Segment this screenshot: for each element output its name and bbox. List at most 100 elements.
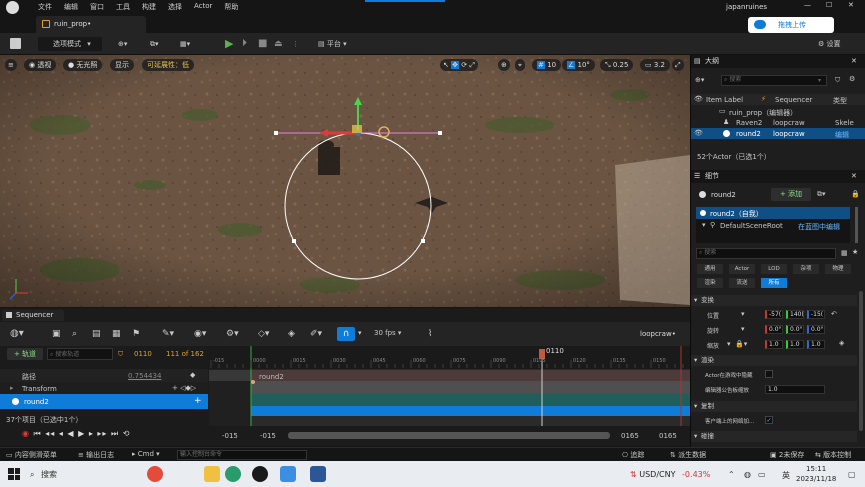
col-type[interactable]: 类型 bbox=[833, 96, 847, 106]
blueprint-icon[interactable]: ⧉▾ bbox=[150, 37, 159, 51]
cloud-app-icon[interactable] bbox=[280, 466, 296, 482]
clock-time[interactable]: 15:11 bbox=[806, 465, 826, 473]
step-icon[interactable]: ⏵ bbox=[242, 37, 247, 51]
track-value[interactable]: 0.754434 bbox=[128, 372, 161, 380]
clock-date[interactable]: 2023/11/18 bbox=[796, 475, 836, 483]
menu-actor[interactable]: Actor bbox=[194, 2, 212, 12]
step-back-icon[interactable]: ◂ bbox=[59, 429, 64, 438]
filter-physics[interactable]: 物理 bbox=[825, 264, 851, 274]
view-icon[interactable]: ◉▾ bbox=[194, 329, 206, 339]
col-item-label[interactable]: Item Label bbox=[706, 96, 743, 104]
stop-icon[interactable]: ■ bbox=[258, 37, 267, 51]
location-x[interactable]: -57( bbox=[765, 310, 783, 319]
collision-section-header[interactable]: ▾ 碰撞 bbox=[691, 431, 857, 442]
key-icon[interactable]: ◆ bbox=[190, 371, 195, 379]
level-viewport[interactable] bbox=[0, 55, 690, 307]
snap-toggle[interactable]: ∩ bbox=[337, 327, 355, 341]
gear-icon[interactable]: ⚙ bbox=[849, 75, 855, 83]
range-start[interactable]: -015 bbox=[222, 432, 238, 440]
col-sequencer[interactable]: Sequencer bbox=[775, 96, 812, 104]
viewport-menu-button[interactable]: ≡ bbox=[5, 59, 17, 71]
add-key-icon[interactable]: + bbox=[172, 384, 178, 392]
tray-app-icon[interactable]: ◍ bbox=[744, 470, 751, 479]
rotation-y[interactable]: 0.0° bbox=[786, 325, 804, 334]
close-icon[interactable]: ✕ bbox=[848, 1, 854, 9]
row-type[interactable]: 编辑 bbox=[835, 130, 849, 140]
rotation-x[interactable]: 0.0° bbox=[765, 325, 783, 334]
outliner-row[interactable]: ♟ Raven2 loopcraw Skele bbox=[691, 117, 865, 128]
lock-icon[interactable]: 🔒▾ bbox=[735, 340, 747, 348]
unreal-logo-icon[interactable] bbox=[6, 1, 19, 14]
windows-start-icon[interactable] bbox=[8, 468, 20, 480]
world-icon[interactable]: ◍▾ bbox=[10, 328, 24, 339]
edge-browser-icon[interactable] bbox=[225, 466, 241, 482]
share-button[interactable]: 拖拽上传 bbox=[748, 17, 834, 33]
taskbar-search[interactable]: ⌕ 搜索 bbox=[30, 466, 166, 483]
scale-z[interactable]: 1.0 bbox=[807, 340, 825, 349]
filter-streaming[interactable]: 流送 bbox=[729, 278, 755, 288]
current-frame-field[interactable]: 0110 bbox=[134, 350, 152, 358]
filter-icon[interactable]: ⛉ bbox=[118, 350, 123, 359]
surface-snap-button[interactable]: ⌖ bbox=[515, 59, 525, 71]
star-icon[interactable]: ★ bbox=[852, 248, 858, 256]
auto-key-icon[interactable]: ◈ bbox=[288, 329, 295, 339]
details-scrollbar[interactable] bbox=[859, 291, 863, 431]
curve-editor-icon[interactable]: ⌇ bbox=[428, 329, 432, 339]
content-drawer-button[interactable]: ▭ 内容侧滑菜单 bbox=[6, 450, 57, 460]
outliner-row[interactable]: ▭ ruin_prop（编辑器） bbox=[691, 106, 865, 117]
minimize-icon[interactable]: — bbox=[804, 1, 811, 9]
lit-mode-button[interactable]: ● 无光照 bbox=[63, 59, 103, 71]
step-forward-icon[interactable]: ▸ bbox=[89, 429, 94, 438]
location-y[interactable]: 140( bbox=[786, 310, 804, 319]
location-z[interactable]: -15( bbox=[807, 310, 825, 319]
scalability-warning[interactable]: 可延展性：低 bbox=[142, 59, 194, 71]
play-icon[interactable]: ▶ bbox=[225, 37, 233, 51]
close-icon[interactable]: ✕ bbox=[851, 55, 857, 68]
menu-build[interactable]: 构建 bbox=[142, 2, 156, 12]
loop-icon[interactable]: ⟲ bbox=[123, 429, 131, 438]
curve-icon[interactable]: ✐▾ bbox=[310, 329, 322, 339]
find-asset-icon[interactable]: ⌕ bbox=[72, 329, 77, 339]
outliner-search-input[interactable]: ⌕ 搜索 ▾ bbox=[721, 75, 827, 86]
filter-icon[interactable]: ⛉ bbox=[835, 76, 840, 85]
move-icon[interactable]: ✥ bbox=[451, 61, 459, 69]
to-end-icon[interactable]: ⏭ bbox=[111, 429, 119, 438]
scale-icon[interactable]: ⤢ bbox=[469, 61, 475, 69]
chevron-down-icon[interactable]: ▾ bbox=[741, 325, 745, 333]
transform-section-header[interactable]: ▾ 变换 bbox=[691, 295, 857, 306]
next-key-icon[interactable]: ▸▸ bbox=[97, 429, 107, 438]
key-icon[interactable]: ◁◆▷ bbox=[180, 384, 196, 392]
visibility-icon[interactable]: 👁 bbox=[694, 129, 703, 137]
playback-icon[interactable]: ⚙▾ bbox=[226, 329, 239, 339]
ticker-widget[interactable]: ⇅ USD/CNY -0.43% bbox=[630, 470, 710, 479]
add-track-button[interactable]: + 轨道 bbox=[7, 348, 43, 360]
view-start[interactable]: -015 bbox=[260, 432, 276, 440]
output-log-button[interactable]: ≡ 输出日志 bbox=[78, 450, 114, 460]
replication-section-header[interactable]: ▾ 复制 bbox=[691, 401, 857, 412]
component-self[interactable]: round2（自我） bbox=[696, 207, 850, 219]
derived-data-button[interactable]: ⇅ 派生数据 bbox=[670, 450, 706, 460]
chevron-down-icon[interactable]: ▾ bbox=[727, 340, 731, 348]
cinematics-icon[interactable]: ▦▾ bbox=[180, 37, 190, 51]
file-explorer-icon[interactable] bbox=[204, 466, 220, 482]
track-search-input[interactable]: ⌕ 搜索轨道 bbox=[47, 348, 113, 360]
close-icon[interactable]: ✕ bbox=[851, 170, 857, 183]
add-icon[interactable]: + bbox=[194, 396, 202, 406]
reset-icon[interactable]: ↶ bbox=[831, 310, 837, 318]
billboard-scale-field[interactable]: 1.0 bbox=[765, 385, 825, 394]
blueprint-icon[interactable]: ⧉▾ bbox=[817, 190, 826, 199]
filter-actor[interactable]: Actor bbox=[729, 264, 755, 274]
maximize-viewport-button[interactable]: ⤢ bbox=[672, 59, 684, 71]
select-icon[interactable]: ↖ bbox=[443, 61, 449, 69]
save-seq-icon[interactable]: ▣ bbox=[52, 329, 61, 339]
language-indicator[interactable]: 英 bbox=[782, 470, 790, 481]
key-icon[interactable]: ◇▾ bbox=[258, 329, 269, 339]
tools-icon[interactable]: ✎▾ bbox=[162, 329, 174, 339]
unreal-engine-icon[interactable] bbox=[252, 466, 268, 482]
record-icon[interactable]: ◉ bbox=[22, 429, 30, 438]
chevron-down-icon[interactable]: ▾ bbox=[741, 310, 745, 318]
maximize-icon[interactable]: ☐ bbox=[826, 1, 832, 9]
filter-all[interactable]: 所有 bbox=[761, 278, 787, 288]
fps-dropdown[interactable]: 30 fps ▾ bbox=[374, 329, 401, 337]
view-end[interactable]: 0165 bbox=[621, 432, 639, 440]
